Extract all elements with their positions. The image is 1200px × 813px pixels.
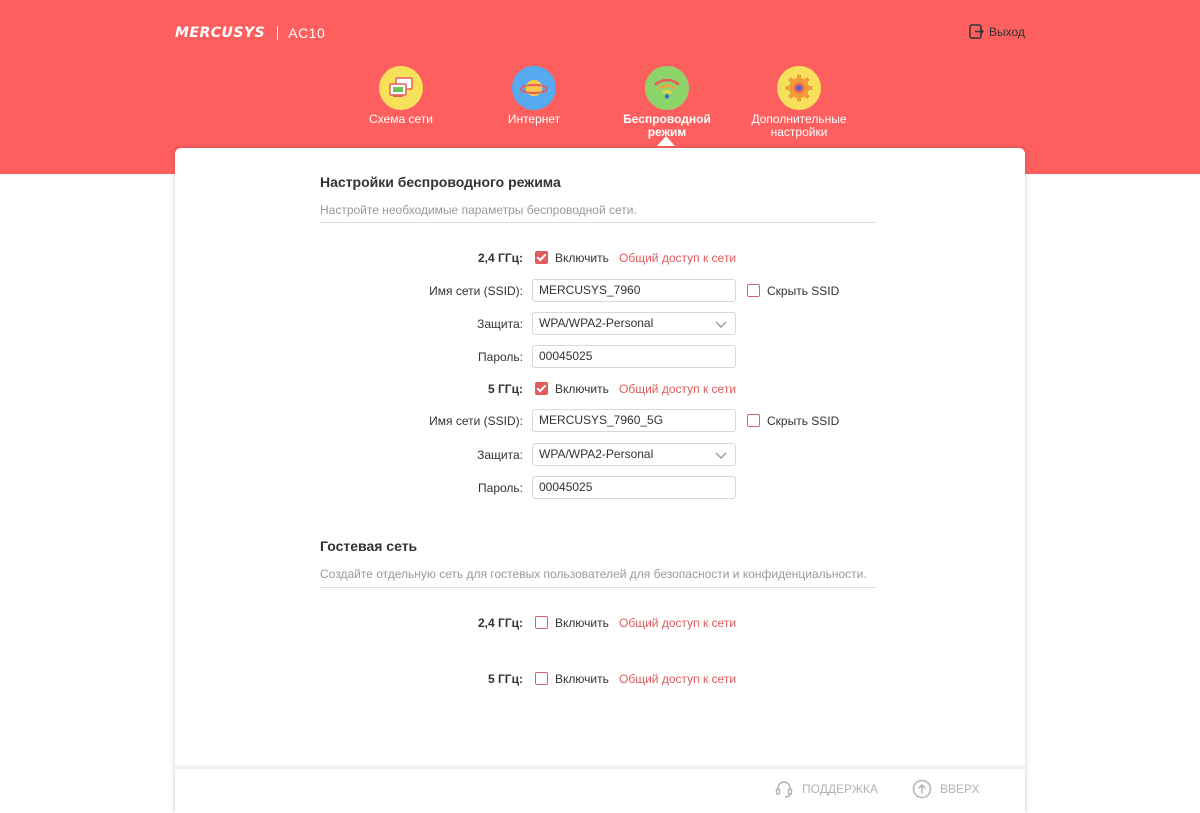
band-24-label: 2,4 ГГц: — [478, 251, 523, 265]
support-button[interactable]: ПОДДЕРЖКА — [774, 779, 878, 799]
gear-icon — [777, 66, 821, 110]
band-5-security-label: Защита: — [477, 448, 523, 462]
logout-button[interactable]: Выход — [969, 24, 1025, 39]
nav-wireless[interactable]: Беспроводной режим — [607, 66, 727, 139]
band-5-password-input[interactable]: 00045025 — [532, 476, 736, 499]
logo-separator — [277, 26, 279, 40]
scroll-top-button[interactable]: ВВЕРХ — [912, 779, 979, 799]
section-divider — [320, 222, 876, 223]
guest-band-24-enable-checkbox[interactable] — [535, 616, 548, 629]
guest-band-5-share-link[interactable]: Общий доступ к сети — [619, 672, 736, 686]
band-5-enable-label: Включить — [555, 382, 609, 396]
nav-network-map[interactable]: Схема сети — [341, 66, 461, 126]
band-5-share-link[interactable]: Общий доступ к сети — [619, 382, 736, 396]
band-5-security-select[interactable]: WPA/WPA2-Personal — [532, 443, 736, 466]
band-24-ssid-label: Имя сети (SSID): — [429, 284, 523, 298]
nav-advanced[interactable]: Дополнительные настройки — [739, 66, 859, 139]
nav-label: настройки — [770, 125, 828, 139]
band-24-enable-checkbox[interactable] — [535, 251, 548, 264]
globe-planet-icon — [512, 66, 556, 110]
scroll-top-label: ВВЕРХ — [940, 782, 980, 796]
wireless-section-description: Настройте необходимые параметры беспрово… — [320, 203, 637, 217]
logout-icon — [969, 24, 984, 39]
band-5-label: 5 ГГц: — [488, 382, 523, 396]
logout-label: Выход — [989, 24, 1025, 39]
band-5-security-value: WPA/WPA2-Personal — [539, 447, 654, 461]
guest-section-title: Гостевая сеть — [320, 538, 418, 554]
section-divider — [320, 587, 876, 588]
arrow-up-circle-icon — [912, 779, 932, 799]
band-5-hide-ssid-checkbox[interactable] — [747, 414, 760, 427]
guest-section-description: Создайте отдельную сеть для гостевых пол… — [320, 567, 867, 581]
chevron-down-icon — [715, 452, 727, 459]
brand-name: MERCUSYS — [175, 25, 266, 41]
band-24-security-label: Защита: — [477, 317, 523, 331]
band-5-ssid-input[interactable]: MERCUSYS_7960_5G — [532, 409, 736, 432]
nav-internet[interactable]: Интернет — [474, 66, 594, 126]
chevron-down-icon — [715, 321, 727, 328]
band-24-password-label: Пароль: — [478, 350, 523, 364]
band-24-enable-label: Включить — [555, 251, 609, 265]
guest-band-5-enable-checkbox[interactable] — [535, 672, 548, 685]
network-map-icon — [379, 66, 423, 110]
nav-label: Интернет — [507, 112, 561, 126]
band-24-ssid-input[interactable]: MERCUSYS_7960 — [532, 279, 736, 302]
guest-band-24-label: 2,4 ГГц: — [478, 616, 523, 630]
band-24-security-select[interactable]: WPA/WPA2-Personal — [532, 312, 736, 335]
active-tab-pointer — [657, 136, 675, 146]
guest-band-24-enable-label: Включить — [555, 616, 609, 630]
wifi-icon — [645, 66, 689, 110]
guest-band-5-enable-label: Включить — [555, 672, 609, 686]
band-24-security-value: WPA/WPA2-Personal — [539, 316, 654, 330]
band-24-hide-ssid-label: Скрыть SSID — [767, 284, 840, 298]
band-24-password-input[interactable]: 00045025 — [532, 345, 736, 368]
model-name: AC10 — [288, 25, 326, 41]
band-5-hide-ssid-label: Скрыть SSID — [767, 414, 840, 428]
nav-label: Схема сети — [369, 112, 433, 126]
brand-logo: MERCUSYS AC10 — [175, 25, 325, 41]
band-24-hide-ssid-checkbox[interactable] — [747, 284, 760, 297]
band-24-share-link[interactable]: Общий доступ к сети — [619, 251, 736, 265]
band-5-enable-checkbox[interactable] — [535, 382, 548, 395]
guest-band-24-share-link[interactable]: Общий доступ к сети — [619, 616, 736, 630]
guest-band-5-label: 5 ГГц: — [488, 672, 523, 686]
support-label: ПОДДЕРЖКА — [802, 782, 878, 796]
wireless-section-title: Настройки беспроводного режима — [320, 174, 561, 190]
headset-icon — [775, 781, 793, 798]
band-5-ssid-label: Имя сети (SSID): — [429, 414, 523, 428]
footer-bar: ПОДДЕРЖКА ВВЕРХ — [175, 768, 1025, 813]
band-5-password-label: Пароль: — [478, 481, 523, 495]
